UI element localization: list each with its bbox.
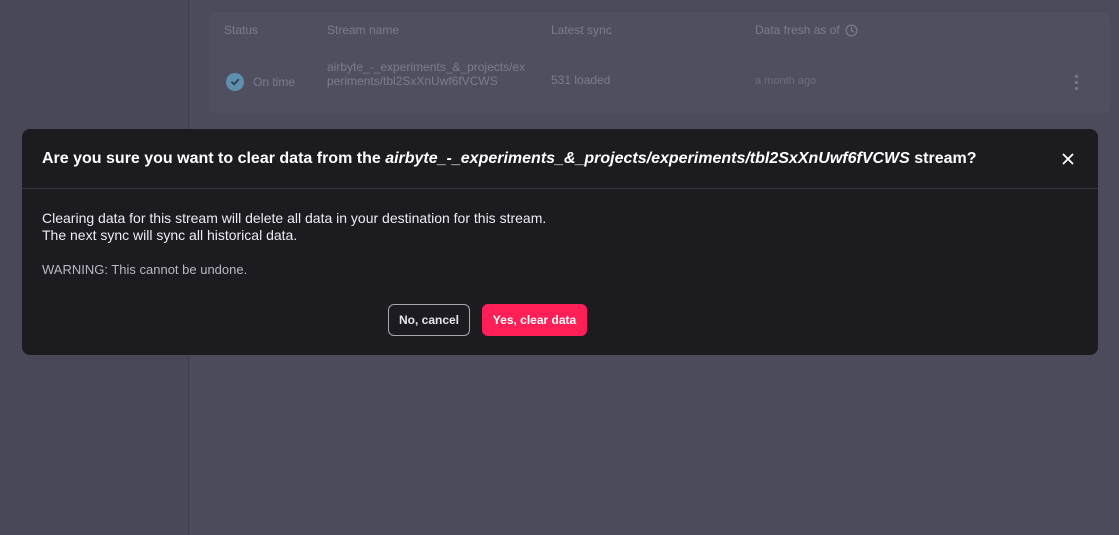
stream-status: On time [226,73,295,91]
column-header-latest-sync: Latest sync [551,23,612,37]
page: Status Stream name Latest sync Data fres… [0,0,1119,535]
modal-body-line-2: The next sync will sync all historical d… [42,227,298,243]
warning-text: WARNING: This cannot be undone. [42,262,248,277]
clear-data-button[interactable]: Yes, clear data [482,304,587,336]
clock-icon [845,24,858,37]
kebab-menu-icon[interactable] [1071,72,1081,92]
column-header-stream-name: Stream name [327,23,400,37]
check-circle-icon [226,73,244,91]
modal-header: Are you sure you want to clear data from… [22,129,1098,189]
stream-name-cell[interactable]: airbyte_-_experiments_&_projects/experim… [327,60,527,88]
modal-title-stream: airbyte_-_experiments_&_projects/experim… [385,150,910,167]
data-fresh-cell: a month ago [755,75,817,87]
modal-title-prefix: Are you sure you want to clear data from… [42,150,386,167]
modal-title: Are you sure you want to clear data from… [42,149,977,168]
clear-data-modal: Are you sure you want to clear data from… [22,129,1098,355]
status-label: On time [253,74,296,89]
latest-sync-cell: 531 loaded [551,73,611,87]
modal-title-suffix: stream? [909,150,977,167]
column-header-status: Status [224,23,259,37]
close-button[interactable] [1058,149,1078,169]
data-fresh-label: Data fresh as of [755,23,840,37]
modal-body: Clearing data for this stream will delet… [42,210,1072,244]
cancel-button[interactable]: No, cancel [388,304,470,336]
close-icon [1062,153,1074,165]
streams-table: Status Stream name Latest sync Data fres… [209,12,1110,114]
column-header-data-fresh: Data fresh as of [755,24,858,37]
modal-body-line-1: Clearing data for this stream will delet… [42,210,547,226]
